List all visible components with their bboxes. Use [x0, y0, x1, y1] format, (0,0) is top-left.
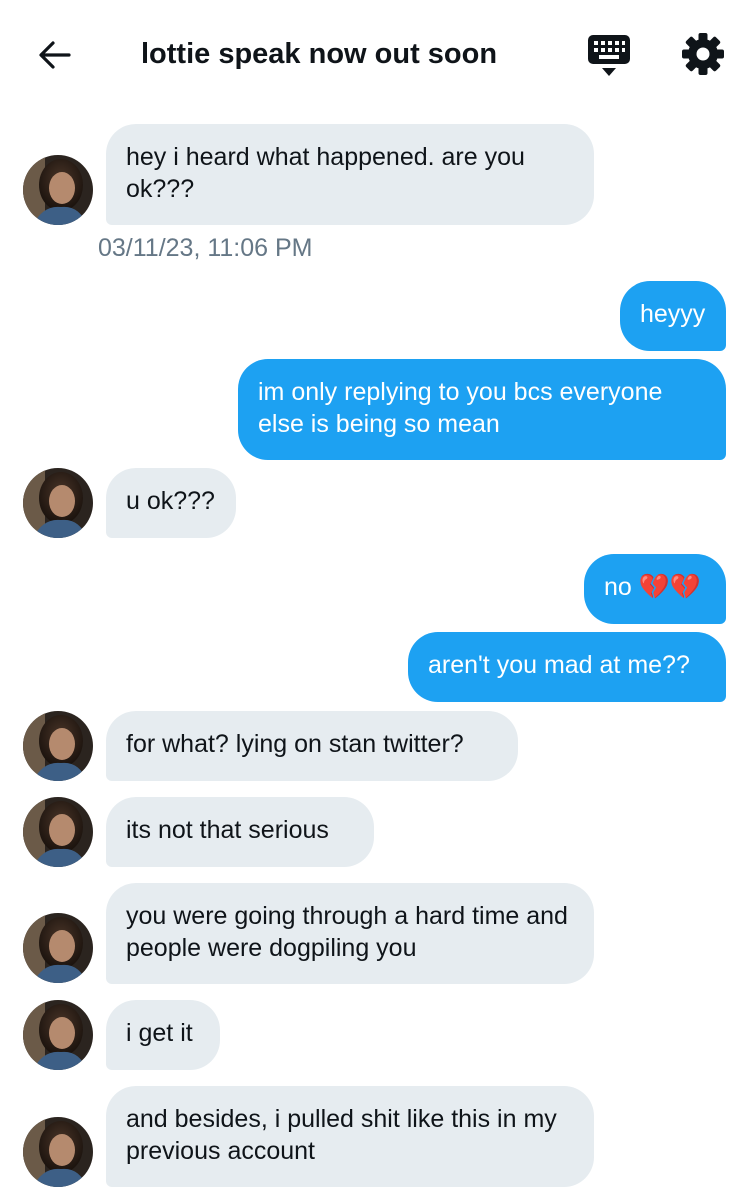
message-bubble-incoming[interactable]: you were going through a hard time and p…	[106, 883, 594, 984]
avatar[interactable]	[23, 913, 93, 983]
avatar[interactable]	[23, 797, 93, 867]
message-bubble-incoming[interactable]: for what? lying on stan twitter?	[106, 711, 518, 781]
message-timestamp: 03/11/23, 11:06 PM	[98, 234, 313, 262]
avatar[interactable]	[23, 711, 93, 781]
avatar[interactable]	[23, 1000, 93, 1070]
message-bubble-incoming[interactable]: u ok???	[106, 468, 236, 538]
avatar[interactable]	[23, 468, 93, 538]
conversation-header: lottie speak now out soon	[0, 0, 750, 108]
message-bubble-outgoing[interactable]: aren't you mad at me??	[408, 632, 726, 702]
avatar[interactable]	[23, 1117, 93, 1187]
keyboard-icon	[588, 35, 630, 76]
avatar[interactable]	[23, 155, 93, 225]
gear-icon	[682, 33, 724, 75]
conversation-title: lottie speak now out soon	[141, 38, 498, 70]
message-bubble-incoming[interactable]: its not that serious	[106, 797, 374, 867]
back-button[interactable]	[34, 34, 76, 76]
message-bubble-incoming[interactable]: i get it	[106, 1000, 220, 1070]
message-bubble-incoming[interactable]: and besides, i pulled shit like this in …	[106, 1086, 594, 1187]
settings-button[interactable]	[681, 32, 725, 76]
message-bubble-outgoing[interactable]: heyyy	[620, 281, 726, 351]
message-bubble-incoming[interactable]: hey i heard what happened. are you ok???	[106, 124, 594, 225]
keyboard-button[interactable]	[585, 32, 633, 78]
arrow-left-icon	[39, 41, 71, 69]
message-bubble-outgoing[interactable]: no 💔💔	[584, 554, 726, 624]
message-bubble-outgoing[interactable]: im only replying to you bcs everyone els…	[238, 359, 726, 460]
